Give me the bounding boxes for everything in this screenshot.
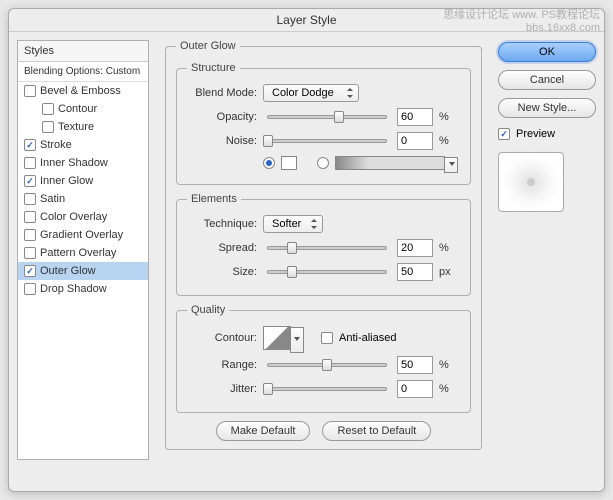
- outer-glow-group: Outer Glow Structure Blend Mode: Color D…: [165, 40, 482, 450]
- gradient-radio[interactable]: [317, 157, 329, 169]
- watermark: 思缘设计论坛 www. PS教程论坛 bbs.16xx8.com: [443, 9, 600, 35]
- solid-color-radio[interactable]: [263, 157, 275, 169]
- contour-picker[interactable]: [263, 326, 291, 350]
- content: Styles Blending Options: Custom Bevel & …: [9, 32, 604, 468]
- sidebar-item-pattern-overlay[interactable]: Pattern Overlay: [18, 244, 148, 262]
- checkbox-icon[interactable]: [24, 265, 36, 277]
- preview-row: Preview: [498, 128, 596, 140]
- preview-thumbnail: [498, 152, 564, 212]
- ok-button[interactable]: OK: [498, 42, 596, 62]
- sidebar-item-inner-shadow[interactable]: Inner Shadow: [18, 154, 148, 172]
- checkbox-icon[interactable]: [24, 211, 36, 223]
- elements-legend: Elements: [187, 193, 241, 205]
- opacity-input[interactable]: [397, 108, 433, 126]
- default-buttons: Make Default Reset to Default: [176, 421, 471, 441]
- range-input[interactable]: [397, 356, 433, 374]
- sidebar-item-label: Contour: [58, 103, 97, 115]
- checkbox-icon[interactable]: [42, 121, 54, 133]
- jitter-slider[interactable]: [267, 387, 387, 391]
- opacity-slider[interactable]: [267, 115, 387, 119]
- sidebar-item-label: Stroke: [40, 139, 72, 151]
- technique-label: Technique:: [187, 218, 257, 230]
- preview-checkbox[interactable]: [498, 128, 510, 140]
- sidebar-item-label: Gradient Overlay: [40, 229, 123, 241]
- technique-select[interactable]: Softer: [263, 215, 323, 233]
- jitter-unit: %: [439, 383, 453, 395]
- noise-input[interactable]: [397, 132, 433, 150]
- panel-title: Outer Glow: [176, 40, 240, 52]
- checkbox-icon[interactable]: [24, 283, 36, 295]
- sidebar-item-color-overlay[interactable]: Color Overlay: [18, 208, 148, 226]
- opacity-label: Opacity:: [187, 111, 257, 123]
- checkbox-icon[interactable]: [24, 139, 36, 151]
- gradient-swatch[interactable]: [335, 156, 445, 170]
- checkbox-icon[interactable]: [42, 103, 54, 115]
- spread-slider[interactable]: [267, 246, 387, 250]
- contour-label: Contour:: [187, 332, 257, 344]
- size-label: Size:: [187, 266, 257, 278]
- sidebar-item-label: Texture: [58, 121, 94, 133]
- checkbox-icon[interactable]: [24, 175, 36, 187]
- sidebar-item-label: Pattern Overlay: [40, 247, 116, 259]
- sidebar-blending-options[interactable]: Blending Options: Custom: [18, 62, 148, 82]
- size-slider[interactable]: [267, 270, 387, 274]
- cancel-button[interactable]: Cancel: [498, 70, 596, 90]
- blend-mode-label: Blend Mode:: [187, 87, 257, 99]
- sidebar-header[interactable]: Styles: [18, 41, 148, 62]
- sidebar-item-texture[interactable]: Texture: [18, 118, 148, 136]
- quality-legend: Quality: [187, 304, 229, 316]
- noise-slider[interactable]: [267, 139, 387, 143]
- elements-group: Elements Technique: Softer Spread: % Siz…: [176, 193, 471, 296]
- spread-unit: %: [439, 242, 453, 254]
- checkbox-icon[interactable]: [24, 85, 36, 97]
- sidebar-item-label: Inner Glow: [40, 175, 93, 187]
- new-style-button[interactable]: New Style...: [498, 98, 596, 118]
- structure-group: Structure Blend Mode: Color Dodge Opacit…: [176, 62, 471, 185]
- styles-sidebar: Styles Blending Options: Custom Bevel & …: [17, 40, 149, 460]
- anti-aliased-checkbox[interactable]: [321, 332, 333, 344]
- sidebar-item-outer-glow[interactable]: Outer Glow: [18, 262, 148, 280]
- sidebar-item-contour[interactable]: Contour: [18, 100, 148, 118]
- structure-legend: Structure: [187, 62, 240, 74]
- preview-glow-icon: [527, 178, 535, 186]
- preview-label: Preview: [516, 128, 555, 140]
- jitter-label: Jitter:: [187, 383, 257, 395]
- color-swatch[interactable]: [281, 156, 297, 170]
- noise-label: Noise:: [187, 135, 257, 147]
- anti-aliased-label: Anti-aliased: [339, 332, 396, 344]
- make-default-button[interactable]: Make Default: [216, 421, 311, 441]
- layer-style-dialog: 思缘设计论坛 www. PS教程论坛 bbs.16xx8.com Layer S…: [8, 8, 605, 492]
- sidebar-item-label: Color Overlay: [40, 211, 107, 223]
- sidebar-item-label: Satin: [40, 193, 65, 205]
- checkbox-icon[interactable]: [24, 247, 36, 259]
- sidebar-item-satin[interactable]: Satin: [18, 190, 148, 208]
- spread-label: Spread:: [187, 242, 257, 254]
- sidebar-item-gradient-overlay[interactable]: Gradient Overlay: [18, 226, 148, 244]
- noise-unit: %: [439, 135, 453, 147]
- reset-default-button[interactable]: Reset to Default: [322, 421, 431, 441]
- spread-input[interactable]: [397, 239, 433, 257]
- sidebar-item-label: Bevel & Emboss: [40, 85, 121, 97]
- range-slider[interactable]: [267, 363, 387, 367]
- right-column: OK Cancel New Style... Preview: [498, 40, 596, 460]
- sidebar-item-label: Outer Glow: [40, 265, 96, 277]
- main-panel: Outer Glow Structure Blend Mode: Color D…: [157, 40, 490, 460]
- sidebar-item-label: Drop Shadow: [40, 283, 107, 295]
- sidebar-item-inner-glow[interactable]: Inner Glow: [18, 172, 148, 190]
- sidebar-item-drop-shadow[interactable]: Drop Shadow: [18, 280, 148, 298]
- checkbox-icon[interactable]: [24, 157, 36, 169]
- range-unit: %: [439, 359, 453, 371]
- opacity-unit: %: [439, 111, 453, 123]
- quality-group: Quality Contour: Anti-aliased Range: %: [176, 304, 471, 413]
- size-unit: px: [439, 266, 453, 278]
- sidebar-item-bevel-emboss[interactable]: Bevel & Emboss: [18, 82, 148, 100]
- range-label: Range:: [187, 359, 257, 371]
- sidebar-item-label: Inner Shadow: [40, 157, 108, 169]
- sidebar-item-stroke[interactable]: Stroke: [18, 136, 148, 154]
- jitter-input[interactable]: [397, 380, 433, 398]
- checkbox-icon[interactable]: [24, 193, 36, 205]
- size-input[interactable]: [397, 263, 433, 281]
- checkbox-icon[interactable]: [24, 229, 36, 241]
- blend-mode-select[interactable]: Color Dodge: [263, 84, 359, 102]
